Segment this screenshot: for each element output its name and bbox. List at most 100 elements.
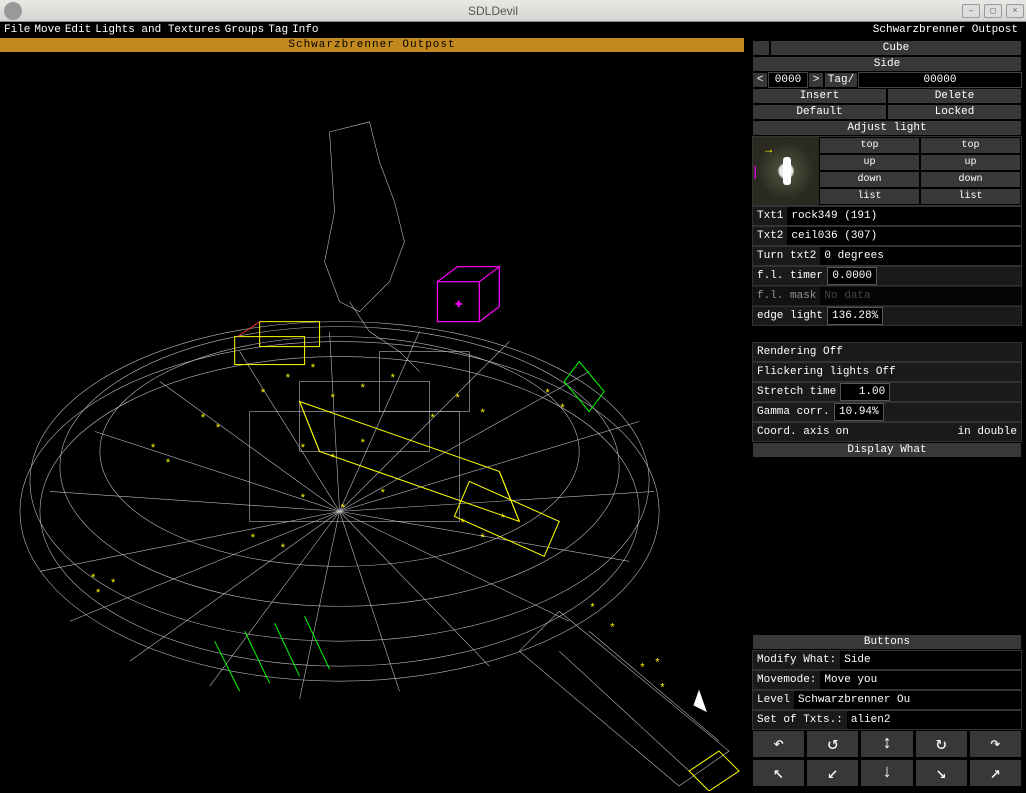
cube-next-button[interactable]: > — [808, 72, 824, 88]
svg-text:*: * — [110, 578, 117, 590]
menu-file[interactable]: File — [4, 24, 30, 36]
svg-text:*: * — [454, 393, 461, 405]
turn-right-icon[interactable]: ↻ — [915, 730, 968, 758]
locked-button[interactable]: Locked — [887, 104, 1022, 120]
bank-right-up-icon[interactable]: ↗ — [969, 759, 1022, 787]
svg-text:*: * — [285, 373, 292, 385]
menu-tag[interactable]: Tag — [268, 24, 288, 36]
svg-text:*: * — [659, 683, 666, 695]
modify-what-value[interactable]: Side — [840, 651, 1021, 669]
viewport-3d[interactable]: + * * * * * * * * * * * * * * * * — [0, 52, 744, 793]
tag-value[interactable]: 00000 — [858, 72, 1022, 88]
fl-timer-label: f.l. timer — [753, 267, 827, 285]
fl-timer-value[interactable]: 0.0000 — [827, 267, 877, 285]
menu-edit[interactable]: Edit — [65, 24, 91, 36]
gamma-label: Gamma corr. — [753, 403, 834, 421]
cube-prev-button[interactable]: < — [752, 72, 768, 88]
tex1-top-button[interactable]: top — [819, 137, 920, 154]
cube-tab[interactable]: Cube — [770, 40, 1022, 56]
pitch-icon[interactable]: ↕ — [860, 730, 913, 758]
modify-what-label: Modify What: — [753, 651, 840, 669]
texture-arrow-icon: → — [765, 143, 772, 157]
tex2-top-button[interactable]: top — [920, 137, 1021, 154]
window-title: SDLDevil — [26, 4, 960, 18]
flickering-toggle[interactable]: Flickering lights Off — [753, 363, 1021, 381]
menu-lights-textures[interactable]: Lights and Textures — [95, 24, 220, 36]
window-titlebar: SDLDevil – ▢ × — [0, 0, 1026, 22]
bank-left-down-icon[interactable]: ↙ — [806, 759, 859, 787]
svg-text:*: * — [360, 383, 367, 395]
rotate-cw-icon[interactable]: ↷ — [969, 730, 1022, 758]
cube-index-value[interactable]: 0000 — [768, 72, 808, 88]
maximize-button[interactable]: ▢ — [984, 4, 1002, 18]
side-panel: Cube Side < 0000 > Tag/ 00000 Insert Del… — [744, 38, 1026, 793]
delete-button[interactable]: Delete — [887, 88, 1022, 104]
insert-button[interactable]: Insert — [752, 88, 887, 104]
adjust-light-button[interactable]: Adjust light — [752, 120, 1022, 136]
svg-text:*: * — [479, 408, 486, 420]
svg-text:*: * — [589, 603, 596, 615]
svg-text:*: * — [379, 488, 386, 500]
svg-text:*: * — [95, 588, 102, 600]
turn-txt2-value[interactable]: 0 degrees — [820, 247, 1021, 265]
svg-text:*: * — [360, 438, 367, 450]
turn-txt2-label: Turn txt2 — [753, 247, 820, 265]
svg-text:*: * — [654, 658, 661, 670]
turn-left-icon[interactable]: ↺ — [806, 730, 859, 758]
display-what-button[interactable]: Display What — [752, 442, 1022, 458]
rendering-toggle[interactable]: Rendering Off — [753, 343, 1021, 361]
level-label: Level — [753, 691, 794, 709]
svg-text:*: * — [330, 393, 337, 405]
txt1-value[interactable]: rock349 (191) — [787, 207, 1021, 225]
level-title-bar: Schwarzbrenner Outpost — [0, 38, 744, 52]
buttons-title: Buttons — [752, 634, 1022, 650]
rotate-ccw-icon[interactable]: ↶ — [752, 730, 805, 758]
menu-groups[interactable]: Groups — [225, 24, 265, 36]
side-header[interactable]: Side — [752, 56, 1022, 72]
svg-text:*: * — [300, 493, 307, 505]
close-button[interactable]: × — [1006, 4, 1024, 18]
svg-text:*: * — [389, 373, 396, 385]
menu-info[interactable]: Info — [292, 24, 318, 36]
move-down-icon[interactable]: ↓ — [860, 759, 913, 787]
svg-text:+: + — [455, 299, 462, 311]
svg-text:*: * — [429, 413, 436, 425]
tex2-list-button[interactable]: list — [920, 188, 1021, 205]
edge-light-value[interactable]: 136.28% — [827, 307, 883, 325]
bank-right-down-icon[interactable]: ↘ — [915, 759, 968, 787]
coord-axis-label: Coord. axis — [753, 423, 834, 441]
coord-axis-state[interactable]: on — [834, 423, 851, 441]
movemode-value[interactable]: Move you — [820, 671, 1021, 689]
set-of-txts-value[interactable]: alien2 — [847, 711, 1021, 729]
texture-edge-marker: | — [751, 165, 759, 181]
default-button[interactable]: Default — [752, 104, 887, 120]
stretch-time-label: Stretch time — [753, 383, 840, 401]
fl-mask-label: f.l. mask — [753, 287, 820, 305]
tex1-list-button[interactable]: list — [819, 188, 920, 205]
txt2-value[interactable]: ceil036 (307) — [787, 227, 1021, 245]
cube-panel: Cube Side < 0000 > Tag/ 00000 Insert Del… — [752, 40, 1022, 326]
minimize-button[interactable]: – — [962, 4, 980, 18]
app-icon — [4, 2, 22, 20]
tex1-down-button[interactable]: down — [819, 171, 920, 188]
stretch-time-value[interactable]: 1.00 — [840, 383, 890, 401]
tex2-down-button[interactable]: down — [920, 171, 1021, 188]
tex1-up-button[interactable]: up — [819, 154, 920, 171]
gamma-value[interactable]: 10.94% — [834, 403, 884, 421]
movemode-label: Movemode: — [753, 671, 820, 689]
coord-axis-option[interactable]: in double — [851, 423, 1021, 441]
tag-label[interactable]: Tag/ — [824, 72, 858, 88]
level-value[interactable]: Schwarzbrenner Ou — [794, 691, 1021, 709]
svg-text:*: * — [280, 543, 287, 555]
bank-left-up-icon[interactable]: ↖ — [752, 759, 805, 787]
cube-tab-narrow[interactable] — [752, 40, 770, 56]
svg-text:*: * — [90, 573, 97, 585]
txt2-label: Txt2 — [753, 227, 787, 245]
svg-text:*: * — [544, 388, 551, 400]
svg-text:*: * — [260, 388, 267, 400]
svg-text:*: * — [200, 413, 207, 425]
edge-light-label: edge light — [753, 307, 827, 325]
texture-preview[interactable]: → | — [753, 137, 819, 205]
tex2-up-button[interactable]: up — [920, 154, 1021, 171]
menu-move[interactable]: Move — [34, 24, 60, 36]
